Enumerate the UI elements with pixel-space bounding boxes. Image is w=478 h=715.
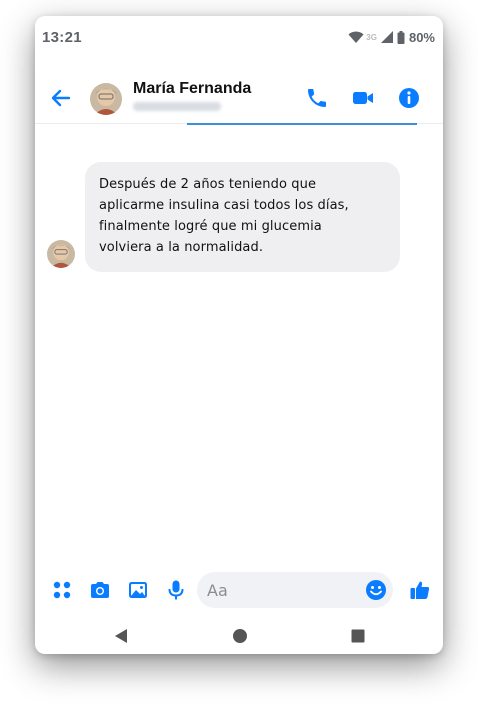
contact-avatar[interactable] xyxy=(90,83,122,115)
battery-icon xyxy=(397,30,405,44)
contact-status-blurred xyxy=(133,102,221,111)
header-progress-line xyxy=(187,123,417,125)
video-camera-icon[interactable] xyxy=(351,86,375,110)
info-icon[interactable] xyxy=(397,86,421,110)
contact-name: María Fernanda xyxy=(133,80,252,97)
signal-icon xyxy=(380,31,393,43)
composer-bar: Aa xyxy=(35,570,443,610)
emoji-icon[interactable] xyxy=(365,579,387,601)
nav-recents-icon[interactable] xyxy=(350,628,366,644)
message-line: Después de 2 años teniendo que xyxy=(99,177,317,192)
message-bubble[interactable]: Después de 2 años teniendo que aplicarme… xyxy=(85,162,400,272)
back-arrow-icon[interactable] xyxy=(49,86,73,110)
nav-back-icon[interactable] xyxy=(113,628,129,644)
message-line: finalmente logré que mi glucemia xyxy=(99,219,322,234)
status-icons: 3G 80% xyxy=(348,30,435,45)
chat-header: María Fernanda xyxy=(35,64,443,124)
network-label: 3G xyxy=(366,32,377,42)
message-line: volviera a la normalidad. xyxy=(99,240,264,255)
android-nav-bar xyxy=(35,616,443,654)
status-bar: 13:21 3G 80% xyxy=(35,16,443,58)
thumbs-up-icon[interactable] xyxy=(409,579,431,601)
message-input[interactable]: Aa xyxy=(197,572,393,608)
sender-avatar[interactable] xyxy=(47,240,75,268)
phone-screen: 13:21 3G 80% María Fernanda Después de 2… xyxy=(35,16,443,654)
camera-icon[interactable] xyxy=(89,579,111,601)
status-time: 13:21 xyxy=(42,28,82,46)
apps-icon[interactable] xyxy=(51,579,73,601)
microphone-icon[interactable] xyxy=(165,579,187,601)
wifi-icon xyxy=(348,31,364,43)
battery-level: 80% xyxy=(408,29,435,45)
nav-home-icon[interactable] xyxy=(232,628,248,644)
phone-icon[interactable] xyxy=(305,86,329,110)
gallery-icon[interactable] xyxy=(127,579,149,601)
message-line: aplicarme insulina casi todos los días, xyxy=(99,198,349,213)
message-input-placeholder: Aa xyxy=(207,581,228,600)
message-list: Después de 2 años teniendo que aplicarme… xyxy=(35,126,443,566)
